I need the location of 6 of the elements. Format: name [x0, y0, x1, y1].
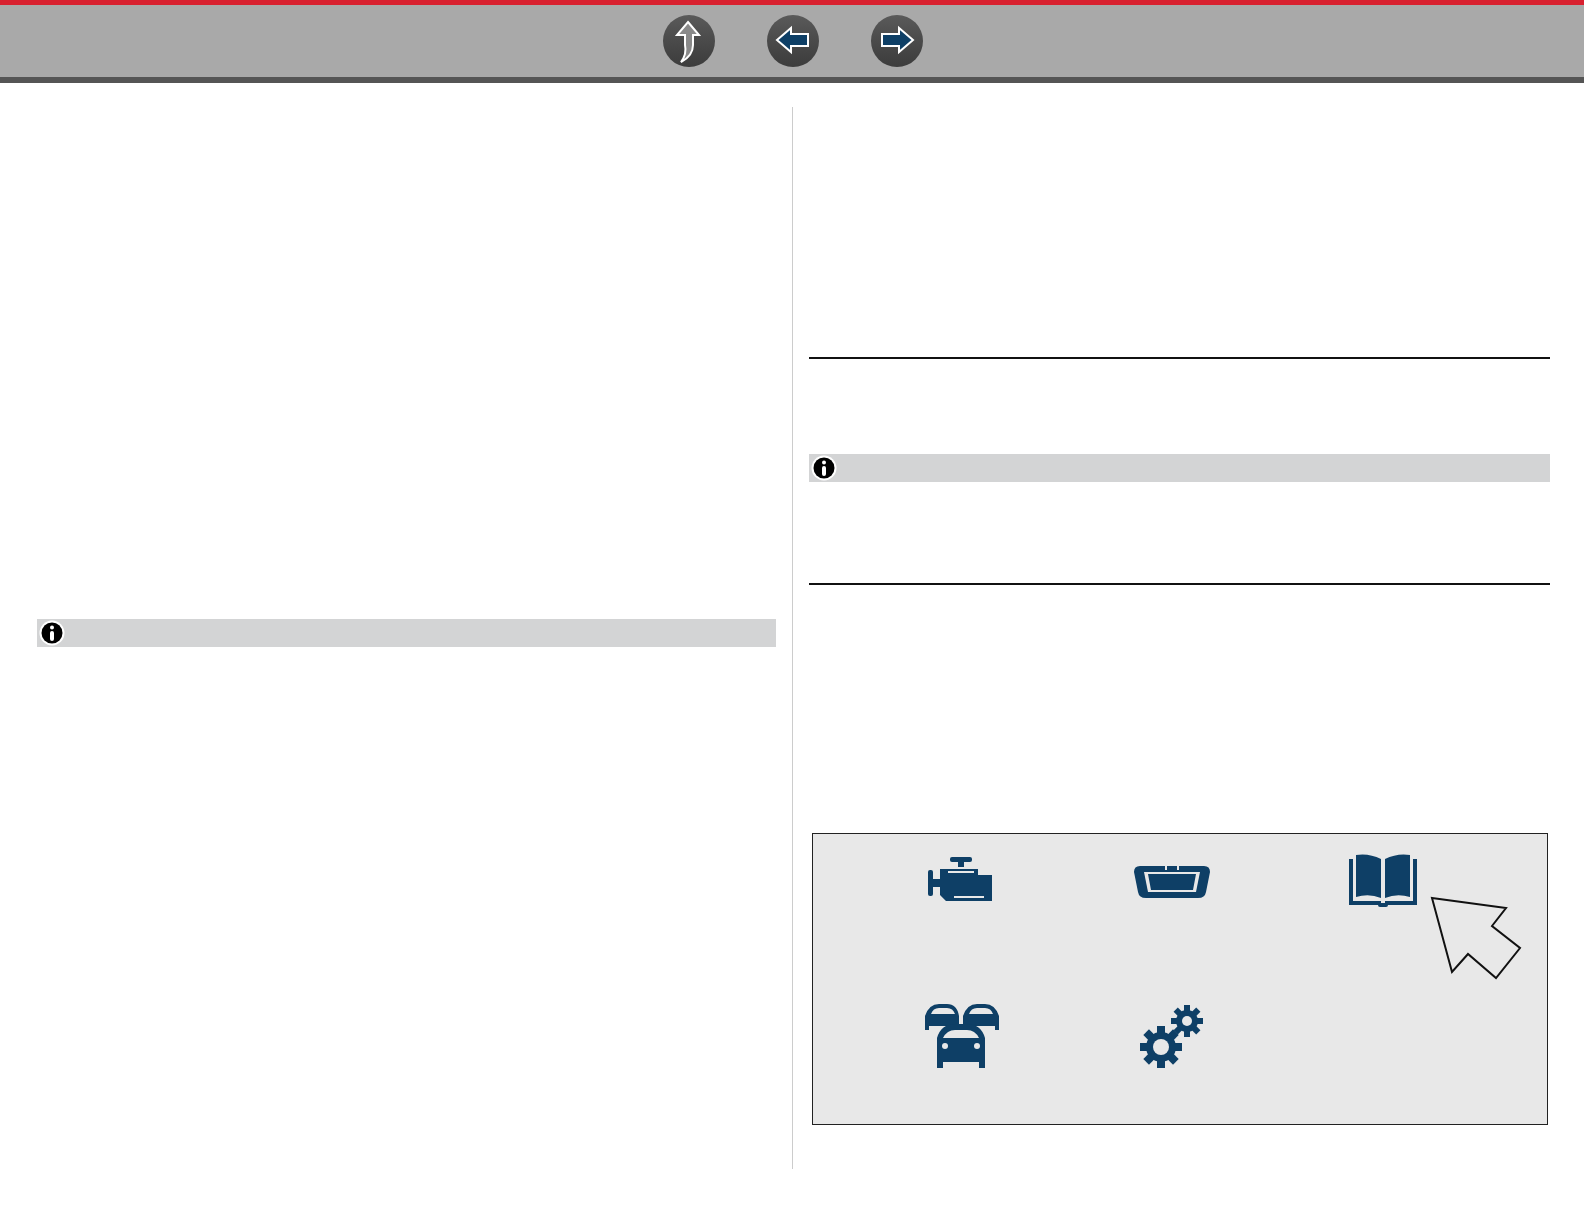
- info-icon: [811, 455, 837, 481]
- up-button[interactable]: [663, 15, 715, 67]
- gears-icon[interactable]: [1138, 1003, 1205, 1069]
- info-icon: [39, 620, 65, 646]
- forward-button[interactable]: [871, 15, 923, 67]
- back-button[interactable]: [767, 15, 819, 67]
